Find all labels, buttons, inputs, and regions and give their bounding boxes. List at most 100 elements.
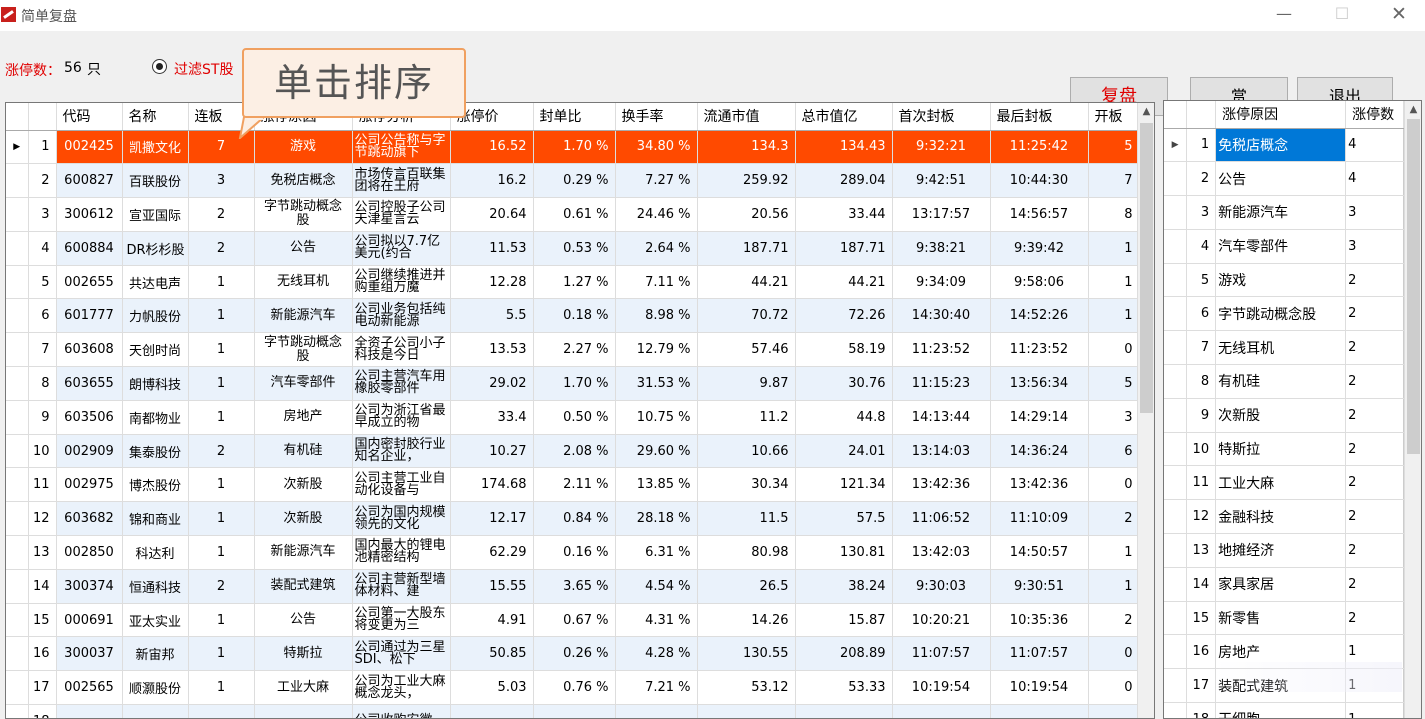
turnover-cell[interactable]: 4.31 % <box>615 603 698 638</box>
filter-st-label[interactable]: 过滤ST股 <box>174 59 233 79</box>
code-cell[interactable]: 002565 <box>56 670 123 706</box>
analysis-cell[interactable]: 公司为工业大麻概念龙头， <box>352 670 451 706</box>
reason-cell[interactable]: 字节跳动概念股 <box>254 332 353 368</box>
price-cell[interactable]: 50.85 <box>450 636 534 672</box>
total-cap-cell[interactable]: 33.44 <box>795 197 893 232</box>
turnover-cell[interactable] <box>615 704 698 718</box>
last-seal-cell[interactable]: 13:56:34 <box>990 366 1089 401</box>
reason-row[interactable]: 15 新零售 2 <box>1164 601 1404 636</box>
count-cell[interactable]: 4 <box>1345 128 1404 163</box>
last-seal-cell[interactable]: 11:23:52 <box>990 332 1089 368</box>
header-open-count[interactable]: 开板 <box>1088 103 1140 131</box>
name-cell[interactable]: 百联股份 <box>122 163 189 199</box>
reason-cell[interactable]: 家具家居 <box>1215 567 1347 602</box>
header-float-cap[interactable]: 流通市值 <box>697 103 796 131</box>
table-row[interactable]: 5 002655 共达电声 1 无线耳机 公司继续推进并购重组万魔 12.28 1.27 % 7… <box>6 265 1140 300</box>
reason-cell[interactable]: 有机硅 <box>1215 364 1347 399</box>
count-cell[interactable]: 2 <box>1345 567 1404 602</box>
reason-cell[interactable]: 公告 <box>254 231 353 266</box>
first-seal-cell[interactable]: 13:17:57 <box>892 197 991 232</box>
order-ratio-cell[interactable]: 0.50 % <box>533 400 616 435</box>
open-count-cell[interactable]: 1 <box>1088 535 1140 570</box>
code-cell[interactable]: 300037 <box>56 636 123 672</box>
open-count-cell[interactable]: 0 <box>1088 332 1140 368</box>
consecutive-cell[interactable]: 2 <box>188 434 255 469</box>
last-seal-cell[interactable]: 10:35:36 <box>990 603 1089 638</box>
main-vertical-scrollbar[interactable]: ▲ <box>1137 103 1154 718</box>
name-cell[interactable]: 新宙邦 <box>122 636 189 672</box>
table-row[interactable]: 17 002565 顺灏股份 1 工业大麻 公司为工业大麻概念龙头， 5.03 0.76 % 7… <box>6 670 1140 706</box>
price-cell[interactable]: 29.02 <box>450 366 534 401</box>
open-count-cell[interactable]: 5 <box>1088 366 1140 401</box>
float-cap-cell[interactable] <box>697 704 796 718</box>
reason-row[interactable]: 10 特斯拉 2 <box>1164 432 1404 467</box>
total-cap-cell[interactable] <box>795 704 893 718</box>
order-ratio-cell[interactable]: 1.70 % <box>533 366 616 401</box>
reason-scroll-up-arrow-icon[interactable]: ▲ <box>1405 101 1421 118</box>
reason-cell[interactable]: 新能源汽车 <box>1215 195 1347 230</box>
reason-cell[interactable]: 工业大麻 <box>254 670 353 706</box>
reason-cell[interactable]: 汽车零部件 <box>1215 229 1347 264</box>
price-cell[interactable]: 62.29 <box>450 535 534 570</box>
first-seal-cell[interactable]: 14:13:44 <box>892 400 991 435</box>
float-cap-cell[interactable]: 80.98 <box>697 535 796 570</box>
last-seal-cell[interactable] <box>990 704 1089 718</box>
open-count-cell[interactable] <box>1088 704 1140 718</box>
consecutive-cell[interactable]: 1 <box>188 501 255 537</box>
price-cell[interactable]: 33.4 <box>450 400 534 435</box>
turnover-cell[interactable]: 34.80 % <box>615 130 698 165</box>
code-cell[interactable]: 603608 <box>56 332 123 368</box>
table-row[interactable]: 2 600827 百联股份 3 免税店概念 市场传言百联集团将在王府 16.2 0.29 % 7… <box>6 163 1140 199</box>
turnover-cell[interactable]: 24.46 % <box>615 197 698 232</box>
count-cell[interactable]: 2 <box>1345 499 1404 535</box>
turnover-cell[interactable]: 4.54 % <box>615 569 698 604</box>
last-seal-cell[interactable]: 11:07:57 <box>990 636 1089 672</box>
analysis-cell[interactable]: 公司继续推进并购重组万魔 <box>352 265 451 300</box>
count-cell[interactable]: 2 <box>1345 364 1404 399</box>
table-row[interactable]: 6 601777 力帆股份 1 新能源汽车 公司业务包括纯电动新能源 5.5 0.18 % 8.… <box>6 298 1140 334</box>
price-cell[interactable]: 4.91 <box>450 603 534 638</box>
first-seal-cell[interactable]: 9:38:21 <box>892 231 991 266</box>
total-cap-cell[interactable]: 72.26 <box>795 298 893 334</box>
first-seal-cell[interactable]: 10:20:21 <box>892 603 991 638</box>
reason-cell[interactable]: 游戏 <box>254 130 353 165</box>
count-cell[interactable]: 2 <box>1345 533 1404 568</box>
order-ratio-cell[interactable]: 0.18 % <box>533 298 616 334</box>
open-count-cell[interactable]: 2 <box>1088 501 1140 537</box>
total-cap-cell[interactable]: 187.71 <box>795 231 893 266</box>
price-cell[interactable]: 12.17 <box>450 501 534 537</box>
order-ratio-cell[interactable]: 0.16 % <box>533 535 616 570</box>
analysis-cell[interactable]: 公司控股子公司天津星言云 <box>352 197 451 232</box>
code-cell[interactable]: 603655 <box>56 366 123 401</box>
header-first-seal[interactable]: 首次封板 <box>892 103 991 131</box>
name-cell[interactable]: 凯撒文化 <box>122 130 189 165</box>
count-cell[interactable]: 3 <box>1345 195 1404 230</box>
name-cell[interactable]: 恒通科技 <box>122 569 189 604</box>
reason-cell[interactable]: 特斯拉 <box>1215 432 1347 467</box>
analysis-cell[interactable]: 公司为浙江省最早成立的物 <box>352 400 451 435</box>
turnover-cell[interactable]: 7.27 % <box>615 163 698 199</box>
last-seal-cell[interactable]: 14:50:57 <box>990 535 1089 570</box>
code-cell[interactable]: 000691 <box>56 603 123 638</box>
code-cell[interactable]: 002425 <box>56 130 123 165</box>
reason-row[interactable]: 11 工业大麻 2 <box>1164 465 1404 501</box>
table-row[interactable]: 18 公司收购安徽 <box>6 704 1140 718</box>
maximize-button[interactable]: ☐ <box>1320 3 1364 27</box>
float-cap-cell[interactable]: 130.55 <box>697 636 796 672</box>
table-row[interactable]: 9 603506 南都物业 1 房地产 公司为浙江省最早成立的物 33.4 0.50 % 10.… <box>6 400 1140 435</box>
header-turnover[interactable]: 换手率 <box>615 103 698 131</box>
turnover-cell[interactable]: 12.79 % <box>615 332 698 368</box>
reason-cell[interactable] <box>254 704 353 718</box>
reason-row[interactable]: 13 地摊经济 2 <box>1164 533 1404 568</box>
close-button[interactable]: ✕ <box>1377 3 1421 27</box>
float-cap-cell[interactable]: 30.34 <box>697 467 796 503</box>
code-cell[interactable]: 600827 <box>56 163 123 199</box>
order-ratio-cell[interactable]: 2.27 % <box>533 332 616 368</box>
turnover-cell[interactable]: 31.53 % <box>615 366 698 401</box>
reason-cell[interactable]: 免税店概念 <box>1215 128 1347 163</box>
order-ratio-cell[interactable]: 2.08 % <box>533 434 616 469</box>
turnover-cell[interactable]: 29.60 % <box>615 434 698 469</box>
last-seal-cell[interactable]: 14:29:14 <box>990 400 1089 435</box>
code-cell[interactable]: 002850 <box>56 535 123 570</box>
last-seal-cell[interactable]: 14:56:57 <box>990 197 1089 232</box>
